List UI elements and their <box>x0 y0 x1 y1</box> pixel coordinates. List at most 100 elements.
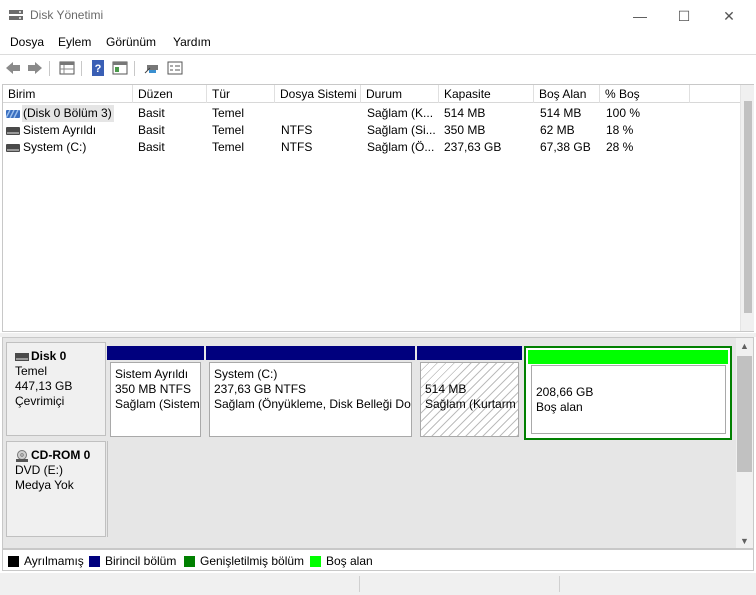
partition-size: 237,63 GB NTFS <box>214 382 307 396</box>
close-button[interactable]: ✕ <box>706 0 752 32</box>
disk-0-type: Temel <box>15 364 48 378</box>
menu-bar: Dosya Eylem Görünüm Yardım <box>0 32 756 52</box>
striped-volume-icon <box>6 110 20 118</box>
scroll-up-icon[interactable]: ▲ <box>736 339 753 353</box>
partition-recovery[interactable]: 514 MB Sağlam (Kurtarm <box>417 346 522 440</box>
disk-0-name: Disk 0 <box>31 349 67 363</box>
column-dosya-sistemi[interactable]: Dosya Sistemi <box>275 85 361 103</box>
maximize-button[interactable]: ☐ <box>661 0 707 32</box>
scrollbar-thumb[interactable] <box>744 101 752 313</box>
disk-0-state: Çevrimiçi <box>15 394 65 408</box>
toolbar-separator <box>134 61 135 76</box>
scroll-down-icon[interactable]: ▼ <box>736 534 753 548</box>
partition-body: System (C:) 237,63 GB NTFS Sağlam (Önyük… <box>209 362 412 437</box>
volume-list-header: Birim Düzen Tür Dosya Sistemi Durum Kapa… <box>3 85 740 103</box>
cell-durum: Sağlam (Si... <box>367 123 436 137</box>
cell-birim: System (C:) <box>23 140 87 154</box>
legend: Ayrılmamış Birincil bölüm Genişletilmiş … <box>2 549 754 571</box>
console-button[interactable] <box>111 59 129 77</box>
column-duzen[interactable]: Düzen <box>133 85 207 103</box>
connect-button[interactable] <box>143 59 161 77</box>
partition-status: Sağlam (Önyükleme, Disk Belleği Dos <box>214 397 412 411</box>
toolbar-separator <box>49 61 50 76</box>
disk-management-app-icon <box>9 10 23 20</box>
legend-item: Boş alan <box>310 554 373 568</box>
cell-bos-alan: 67,38 GB <box>540 140 591 154</box>
partition-status: Sağlam (Kurtarm <box>425 397 516 411</box>
cell-kapasite: 514 MB <box>444 106 486 120</box>
status-segment <box>360 576 560 592</box>
title-bar: Disk Yönetimi — ☐ ✕ <box>0 0 756 32</box>
volume-icon <box>6 144 20 152</box>
menu-eylem[interactable]: Eylem <box>58 35 91 49</box>
table-row[interactable]: System (C:) Basit Temel NTFS Sağlam (Ö..… <box>3 139 740 156</box>
cell-durum: Sağlam (Ö... <box>367 140 435 154</box>
help-button[interactable]: ? <box>89 59 107 77</box>
cell-bos-alan: 514 MB <box>540 106 582 120</box>
table-row[interactable]: (Disk 0 Bölüm 3) Basit Temel Sağlam (K..… <box>3 105 740 122</box>
cdrom-0-area[interactable] <box>107 441 732 537</box>
column-durum[interactable]: Durum <box>361 85 439 103</box>
cell-kapasite: 350 MB <box>444 123 486 137</box>
partition-body: Sistem Ayrıldı 350 MB NTFS Sağlam (Siste… <box>110 362 201 437</box>
menu-dosya[interactable]: Dosya <box>10 35 44 49</box>
back-arrow-icon <box>6 62 20 74</box>
console-icon <box>112 61 128 75</box>
column-kapasite[interactable]: Kapasite <box>439 85 534 103</box>
close-icon: ✕ <box>723 7 735 24</box>
column-yuzde-bos[interactable]: % Boş <box>600 85 690 103</box>
legend-swatch-free <box>310 555 321 567</box>
volume-icon <box>6 127 20 135</box>
menu-gorunum[interactable]: Görünüm <box>106 35 156 49</box>
column-birim[interactable]: Birim <box>3 85 133 103</box>
disk-0-title: Disk 0 <box>15 349 105 364</box>
partition-free-space[interactable]: 208,66 GB Boş alan <box>524 346 732 440</box>
partition-title <box>536 370 721 385</box>
partition-body: 514 MB Sağlam (Kurtarm <box>420 362 519 437</box>
column-bos-alan[interactable]: Boş Alan <box>534 85 600 103</box>
cell-yuzde-bos: 18 % <box>606 123 634 137</box>
partition-system-c[interactable]: System (C:) 237,63 GB NTFS Sağlam (Önyük… <box>206 346 415 440</box>
cell-yuzde-bos: 28 % <box>606 140 634 154</box>
legend-item: Ayrılmamış <box>8 554 84 568</box>
partition-size: 514 MB <box>425 382 467 396</box>
menu-yardim[interactable]: Yardım <box>173 35 211 49</box>
forward-button[interactable] <box>26 59 44 77</box>
partition-title: System (C:) <box>214 367 278 381</box>
disk-view-scrollbar[interactable]: ▲ ▼ <box>736 338 753 548</box>
cdrom-0-label[interactable]: CD-ROM 0 DVD (E:) Medya Yok <box>6 441 106 537</box>
partition-title <box>425 367 514 382</box>
hard-disk-icon <box>15 352 29 361</box>
properties-button[interactable] <box>58 59 76 77</box>
cell-dosya-sistemi: NTFS <box>281 140 313 154</box>
cell-birim: (Disk 0 Bölüm 3) <box>22 105 114 122</box>
connect-icon <box>144 65 158 74</box>
volume-list-scrollbar[interactable] <box>740 85 754 331</box>
partition-status: Boş alan <box>536 400 583 414</box>
scrollbar-thumb[interactable] <box>737 356 752 472</box>
partition-body: 208,66 GB Boş alan <box>531 365 726 434</box>
cell-dosya-sistemi <box>281 105 361 122</box>
disk-0-partitions: Sistem Ayrıldı 350 MB NTFS Sağlam (Siste… <box>107 346 732 440</box>
legend-swatch-extended <box>184 555 195 567</box>
minimize-button[interactable]: — <box>617 0 663 32</box>
cell-tur: Temel <box>212 106 245 120</box>
cell-dosya-sistemi: NTFS <box>281 123 313 137</box>
volume-list: Birim Düzen Tür Dosya Sistemi Durum Kapa… <box>2 84 754 332</box>
status-bar <box>0 573 756 595</box>
settings-list-icon <box>167 61 183 75</box>
column-tur[interactable]: Tür <box>207 85 275 103</box>
partition-sistem-ayrildi[interactable]: Sistem Ayrıldı 350 MB NTFS Sağlam (Siste… <box>107 346 204 440</box>
back-button[interactable] <box>4 59 22 77</box>
table-row[interactable]: Sistem Ayrıldı Basit Temel NTFS Sağlam (… <box>3 122 740 139</box>
legend-item: Genişletilmiş bölüm <box>184 554 304 568</box>
settings-list-button[interactable] <box>166 59 184 77</box>
legend-label: Boş alan <box>326 554 373 568</box>
cell-kapasite: 237,63 GB <box>444 140 502 154</box>
disk-graphical-view: Disk 0 Temel 447,13 GB Çevrimiçi Sistem … <box>2 337 754 549</box>
forward-arrow-icon <box>28 62 42 74</box>
disk-0-label[interactable]: Disk 0 Temel 447,13 GB Çevrimiçi <box>6 342 106 436</box>
cell-bos-alan: 62 MB <box>540 123 575 137</box>
primary-partition-bar <box>107 346 204 360</box>
status-segment <box>0 576 360 592</box>
